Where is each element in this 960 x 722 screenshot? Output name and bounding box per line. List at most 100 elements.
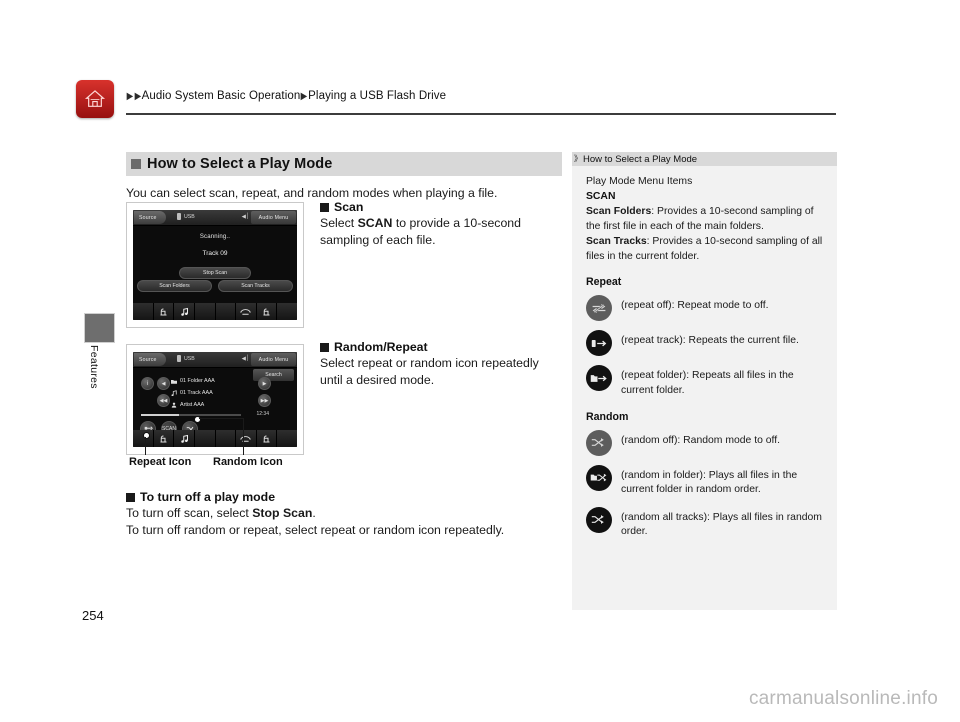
scan-heading: Scan bbox=[320, 200, 564, 214]
seat-heater-left-icon[interactable] bbox=[153, 303, 174, 320]
home-glyph bbox=[84, 90, 106, 107]
rewind-icon[interactable]: ◀◀ bbox=[157, 394, 170, 407]
volume-icon: ◀׀ bbox=[241, 214, 249, 220]
random-callout-line-v bbox=[243, 418, 244, 455]
bullet-square-icon bbox=[320, 342, 329, 352]
repeat-track-desc: (repeat track): Repeats the current file… bbox=[621, 335, 799, 347]
stop-scan-button[interactable]: Stop Scan bbox=[179, 267, 251, 279]
random-off-icon bbox=[586, 429, 612, 456]
random-all-tracks-icon bbox=[586, 506, 612, 533]
bottom-cell-4[interactable] bbox=[194, 430, 215, 447]
home-icon[interactable] bbox=[76, 80, 114, 118]
defrost-icon[interactable] bbox=[236, 303, 256, 320]
scan-body: Select SCAN to provide a 10-second sampl… bbox=[320, 215, 564, 249]
artist-icon bbox=[171, 402, 177, 408]
usb-icon bbox=[177, 355, 181, 362]
random-repeat-heading-text: Random/Repeat bbox=[334, 340, 428, 354]
turn-off-line-1: To turn off scan, select Stop Scan. bbox=[126, 505, 566, 522]
repeat-folder-desc: (repeat folder): Repeats all files in th… bbox=[621, 370, 794, 397]
section-tab-marker bbox=[84, 313, 115, 343]
list-item: (random off): Random mode to off. bbox=[586, 429, 827, 456]
turn-off-line1-pre: To turn off scan, select bbox=[126, 506, 253, 520]
random-off-desc: (random off): Random mode to off. bbox=[621, 434, 781, 446]
scan-track-text: Track 09 bbox=[202, 250, 228, 257]
previous-icon[interactable]: ◀ bbox=[157, 377, 170, 390]
scan-tracks-button[interactable]: Scan Tracks bbox=[218, 280, 293, 292]
scan-status-text: Scanning.. bbox=[199, 234, 231, 240]
bottom-cell-4[interactable] bbox=[194, 303, 215, 320]
play-icon[interactable]: ▶ bbox=[258, 377, 271, 390]
breadcrumb-item-audio-system[interactable]: Audio System Basic Operation bbox=[142, 90, 301, 102]
repeat-icon-callout-label: Repeat Icon bbox=[129, 456, 192, 468]
source-button[interactable]: Source bbox=[134, 353, 166, 366]
random-repeat-heading: Random/Repeat bbox=[320, 340, 564, 354]
repeat-off-icon bbox=[586, 295, 612, 322]
turn-off-heading-text: To turn off a play mode bbox=[140, 490, 276, 504]
usb-icon bbox=[177, 213, 181, 220]
volume-icon: ◀׀ bbox=[241, 356, 249, 362]
list-item: (random all tracks): Plays all files in … bbox=[586, 506, 827, 540]
next-icon[interactable]: ▶▶ bbox=[258, 394, 271, 407]
audio-menu-button[interactable]: Audio Menu bbox=[251, 211, 296, 224]
bottom-cell-8[interactable] bbox=[277, 303, 297, 320]
scan-tracks-line: Scan Tracks: Provides a 10-second sampli… bbox=[586, 234, 827, 264]
info-icon[interactable]: i bbox=[141, 377, 154, 390]
turn-off-heading: To turn off a play mode bbox=[126, 490, 566, 504]
random-icon-callout-label: Random Icon bbox=[213, 456, 283, 468]
audio-note-icon[interactable] bbox=[174, 303, 194, 320]
list-item: (repeat off): Repeat mode to off. bbox=[586, 295, 827, 322]
track-name: 01 Track AAA bbox=[180, 390, 213, 396]
side-note-panel: 》 How to Select a Play Mode Play Mode Me… bbox=[572, 152, 837, 610]
track-row: 01 Track AAA bbox=[171, 390, 213, 396]
bottom-cell-8[interactable] bbox=[277, 430, 297, 447]
section-heading-banner: How to Select a Play Mode bbox=[126, 152, 562, 176]
screen-bottom-bar bbox=[133, 303, 297, 320]
section-tab-label: Features bbox=[88, 345, 100, 389]
scan-tracks-name: Scan Tracks bbox=[586, 236, 647, 248]
seat-heater-left-icon[interactable] bbox=[153, 430, 174, 447]
main-content: How to Select a Play Mode You can select… bbox=[126, 152, 562, 202]
repeat-folder-icon bbox=[586, 365, 612, 392]
audio-menu-button[interactable]: Audio Menu bbox=[251, 353, 296, 366]
random-repeat-explainer: Random/Repeat Select repeat or random ic… bbox=[320, 340, 564, 389]
scan-folders-button[interactable]: Scan Folders bbox=[137, 280, 212, 292]
scan-body-pre: Select bbox=[320, 216, 358, 230]
scan-label: SCAN bbox=[586, 191, 616, 203]
scan-heading-text: Scan bbox=[334, 200, 364, 214]
random-in-folder-icon bbox=[586, 464, 612, 491]
bottom-cell-1[interactable] bbox=[133, 303, 153, 320]
audio-note-icon[interactable] bbox=[174, 430, 194, 447]
side-note-title: How to Select a Play Mode bbox=[583, 153, 698, 165]
random-repeat-body: Select repeat or random icon repeatedly … bbox=[320, 356, 539, 387]
play-mode-menu-items-label: Play Mode Menu Items bbox=[586, 176, 693, 187]
artist-row: Artist AAA bbox=[171, 402, 204, 408]
breadcrumb-arrow-2: ▶ bbox=[134, 91, 142, 102]
folder-icon bbox=[171, 379, 177, 384]
breadcrumb-arrow-1: ▶ bbox=[126, 91, 134, 102]
source-button[interactable]: Source bbox=[134, 211, 166, 224]
list-item: (repeat track): Repeats the current file… bbox=[586, 330, 827, 357]
repeat-track-icon bbox=[586, 330, 612, 357]
breadcrumb: ▶▶Audio System Basic Operation▶Playing a… bbox=[126, 90, 446, 102]
scan-explainer: Scan Select SCAN to provide a 10-second … bbox=[320, 200, 564, 249]
seat-heater-right-icon[interactable] bbox=[256, 430, 277, 447]
turn-off-line1-post: . bbox=[312, 506, 316, 520]
bullet-square-icon bbox=[320, 202, 329, 212]
turn-off-line1-bold: Stop Scan bbox=[252, 506, 313, 520]
progress-bar[interactable] bbox=[141, 414, 241, 416]
bottom-cell-5[interactable] bbox=[215, 430, 236, 447]
page-title: How to Select a Play Mode bbox=[147, 156, 333, 172]
breadcrumb-item-usb-flash-drive[interactable]: Playing a USB Flash Drive bbox=[308, 90, 446, 102]
random-callout-line-h bbox=[199, 418, 244, 419]
artist-name: Artist AAA bbox=[180, 402, 205, 408]
list-item: (random in folder): Plays all files in t… bbox=[586, 464, 827, 498]
seat-heater-right-icon[interactable] bbox=[256, 303, 277, 320]
usb-device-label: USB bbox=[177, 213, 195, 220]
music-note-icon bbox=[171, 390, 177, 396]
bottom-cell-5[interactable] bbox=[215, 303, 236, 320]
folder-name: 01 Folder AAA bbox=[180, 378, 215, 384]
random-group-title: Random bbox=[586, 410, 629, 423]
random-all-tracks-desc: (random all tracks): Plays all files in … bbox=[621, 511, 822, 538]
usb-label-text: USB bbox=[184, 355, 195, 362]
defrost-icon[interactable] bbox=[236, 430, 256, 447]
